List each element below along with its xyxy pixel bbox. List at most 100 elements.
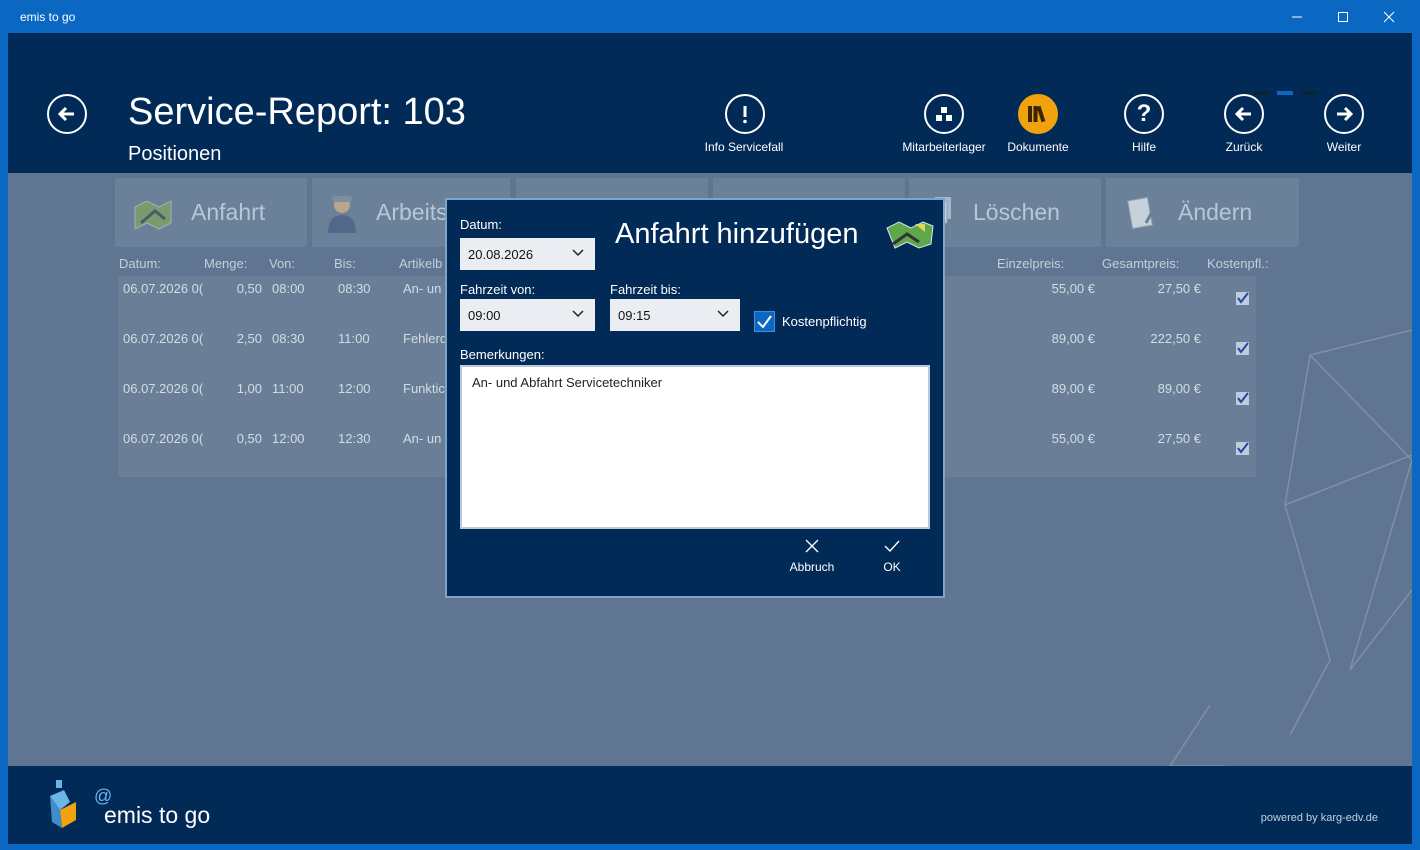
checkmark-icon: [757, 315, 772, 329]
fahrzeit-von-value: 09:00: [468, 308, 501, 323]
brand-name: emis to go: [104, 802, 211, 828]
checkmark-icon: [1236, 392, 1249, 405]
loeschen-label: Löschen: [973, 199, 1060, 225]
fahrzeit-bis-label: Fahrzeit bis:: [610, 282, 681, 297]
checkmark-icon: [1236, 442, 1249, 455]
arrow-right-icon: [1324, 94, 1364, 134]
kostenpflichtig-label: Kostenpflichtig: [782, 314, 867, 329]
cell-von: 11:00: [272, 381, 304, 396]
page-indicator: [1301, 91, 1317, 95]
cell-einzelpreis: 89,00 €: [1051, 331, 1095, 346]
maximize-button[interactable]: [1320, 0, 1366, 33]
datum-value: 20.08.2026: [468, 247, 534, 262]
datum-label: Datum:: [460, 217, 502, 232]
cell-von: 08:00: [272, 281, 305, 296]
cell-einzelpreis: 55,00 €: [1051, 281, 1095, 296]
chevron-down-icon: [572, 249, 584, 257]
cell-gesamtpreis: 222,50 €: [1150, 331, 1201, 346]
bemerkungen-textarea[interactable]: An- und Abfahrt Servicetechniker: [460, 365, 930, 529]
aendern-label: Ändern: [1178, 199, 1253, 225]
cell-von: 08:30: [272, 331, 305, 346]
window-title: emis to go: [20, 10, 76, 24]
column-header-artikel: Artikelb: [399, 256, 443, 271]
ok-label: OK: [883, 560, 901, 574]
cell-datum: 06.07.2026 0(: [123, 431, 203, 446]
info-icon: [725, 94, 765, 134]
back-button[interactable]: [47, 94, 87, 134]
map-icon: [134, 199, 172, 230]
window-border-right: [1412, 0, 1420, 850]
cell-datum: 06.07.2026 0(: [123, 281, 203, 296]
arrow-left-icon: [57, 106, 74, 122]
column-header-kostenpflichtig: Kostenpfl.:: [1207, 256, 1269, 271]
aendern-tile[interactable]: Ändern: [1106, 178, 1299, 247]
fahrzeit-bis-select[interactable]: 09:15: [610, 299, 740, 331]
help-icon: ?: [1124, 94, 1164, 134]
close-icon: [1383, 11, 1395, 22]
cell-datum: 06.07.2026 0(: [123, 331, 203, 346]
abbruch-button[interactable]: Abbruch: [782, 538, 842, 574]
cell-gesamtpreis: 89,00 €: [1157, 381, 1201, 396]
checkmark-icon: [1236, 342, 1249, 355]
cell-bis: 08:30: [338, 281, 371, 296]
column-header-einzelpreis: Einzelpreis:: [997, 256, 1065, 271]
cell-gesamtpreis: 27,50 €: [1157, 431, 1201, 446]
close-button[interactable]: [1366, 0, 1412, 33]
column-header-gesamtpreis: Gesamtpreis:: [1102, 256, 1180, 271]
map-icon: [886, 221, 934, 249]
cell-artikel: Fehlerd: [403, 331, 448, 346]
cell-von: 12:00: [272, 431, 305, 446]
info-servicefall-label: Info Servicefall: [704, 140, 784, 154]
maximize-icon: [1338, 11, 1348, 22]
chevron-down-icon: [572, 310, 584, 318]
worker-icon: [328, 195, 356, 233]
cell-menge: 0,50: [236, 431, 262, 446]
cell-artikel: An- un: [403, 281, 442, 296]
arrow-left-icon: [1224, 94, 1264, 134]
cell-einzelpreis: 89,00 €: [1051, 381, 1095, 396]
ok-button[interactable]: OK: [862, 538, 922, 574]
dokumente-label: Dokumente: [1007, 140, 1069, 154]
window-border-left: [0, 0, 8, 850]
powered-by: powered by karg-edv.de: [1260, 812, 1378, 824]
column-header-datum: Datum:: [119, 256, 161, 271]
window-border-bottom: [0, 844, 1420, 850]
minimize-icon: [1292, 16, 1302, 17]
dialog-title: Anfahrt hinzufügen: [615, 218, 859, 250]
anfahrt-label: Anfahrt: [191, 199, 266, 225]
cell-bis: 11:00: [338, 331, 370, 346]
warehouse-icon: [924, 94, 964, 134]
title-bar: emis to go: [0, 0, 1420, 33]
app-header: Service-Report: 103 Positionen Info Serv…: [8, 33, 1412, 173]
fahrzeit-von-label: Fahrzeit von:: [460, 282, 536, 297]
checkmark-icon: [884, 540, 900, 553]
page-title: Service-Report: 103: [128, 91, 466, 133]
cell-menge: 1,00: [236, 381, 262, 396]
cell-menge: 0,50: [236, 281, 262, 296]
page-subtitle: Positionen: [128, 143, 222, 165]
chevron-down-icon: [717, 310, 729, 318]
cell-artikel: An- un: [403, 431, 442, 446]
datum-picker[interactable]: 20.08.2026: [460, 238, 595, 270]
column-header-bis: Bis:: [334, 256, 356, 271]
cell-einzelpreis: 55,00 €: [1051, 431, 1095, 446]
app-window: emis to go Service-Report: 103 Positione…: [0, 0, 1420, 850]
anfahrt-dialog: Datum: 20.08.2026 Anfahrt hinzufügen Fah…: [445, 198, 945, 598]
checkmark-icon: [1236, 292, 1249, 305]
minimize-button[interactable]: [1274, 0, 1320, 33]
books-icon: [1018, 94, 1058, 134]
bemerkungen-label: Bemerkungen:: [460, 347, 545, 362]
cell-menge: 2,50: [236, 331, 262, 346]
close-icon: [805, 539, 819, 553]
cell-datum: 06.07.2026 0(: [123, 381, 203, 396]
cell-bis: 12:00: [338, 381, 371, 396]
fahrzeit-bis-value: 09:15: [618, 308, 651, 323]
page-indicator: [1253, 91, 1269, 95]
cell-gesamtpreis: 27,50 €: [1157, 281, 1201, 296]
kostenpflichtig-checkbox[interactable]: [754, 311, 775, 332]
anfahrt-tile[interactable]: Anfahrt: [115, 178, 307, 247]
edit-icon: [1127, 196, 1160, 229]
column-header-menge: Menge:: [204, 256, 248, 271]
fahrzeit-von-select[interactable]: 09:00: [460, 299, 595, 331]
app-footer: @ emis to go powered by karg-edv.de: [8, 766, 1412, 844]
